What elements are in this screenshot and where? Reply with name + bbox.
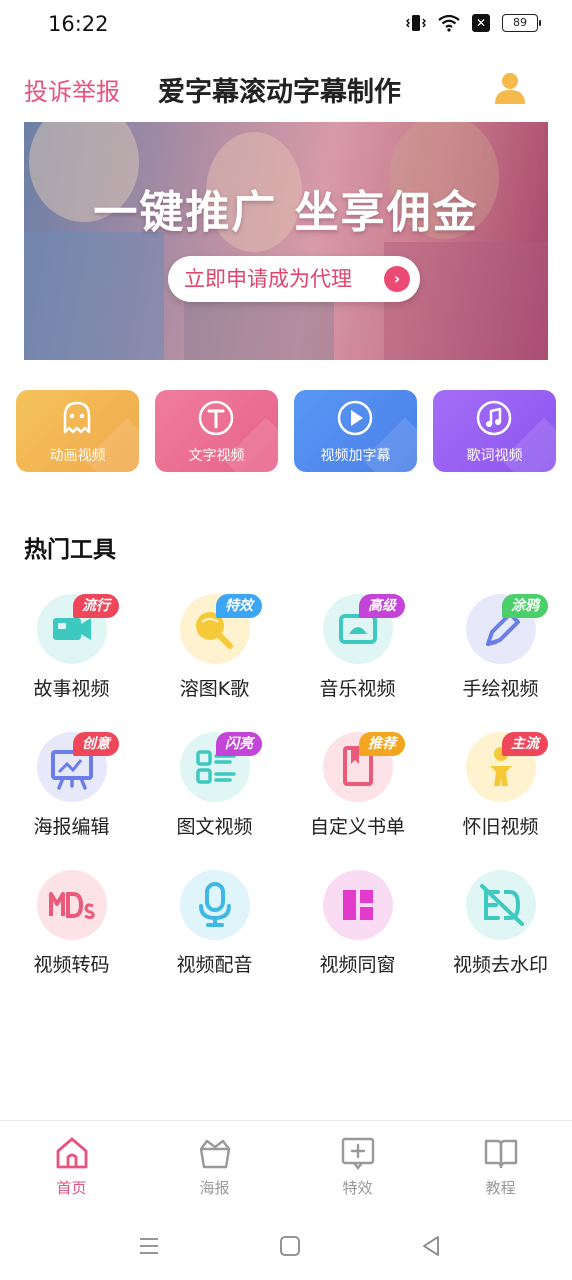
tool-label: 怀旧视频	[462, 816, 539, 838]
play-icon	[337, 400, 373, 436]
home-square-icon[interactable]	[278, 1234, 302, 1258]
section-title-hot-tools: 热门工具	[24, 537, 116, 563]
badge: 主流	[502, 732, 548, 756]
voice-mic-icon	[199, 882, 231, 927]
home-icon	[56, 1137, 87, 1169]
wifi-icon	[438, 14, 460, 32]
ghost-icon	[63, 401, 91, 434]
tool-video-split-window[interactable]: 视频同窗	[286, 866, 429, 986]
tool-video-transcode[interactable]: 视频转码	[0, 866, 143, 986]
tool-story-video[interactable]: 流行 故事视频	[0, 590, 143, 710]
nav-tutorial-label: 教程	[485, 1179, 516, 1197]
apply-agent-button[interactable]: 立即申请成为代理 ›	[168, 256, 420, 302]
status-bar: 16:22 ✕ 89	[0, 0, 572, 52]
user-icon[interactable]	[490, 68, 530, 108]
back-triangle-icon[interactable]	[419, 1234, 443, 1258]
tool-label: 视频同窗	[319, 954, 396, 976]
tool-image-text-video[interactable]: 闪亮 图文视频	[143, 728, 286, 848]
quick-action-label: 文字视频	[188, 448, 245, 464]
split-window-icon	[343, 890, 373, 920]
tool-label: 图文视频	[176, 816, 253, 838]
nav-effects[interactable]: 特效	[286, 1135, 429, 1205]
badge: 闪亮	[216, 732, 262, 756]
tool-label: 溶图K歌	[179, 678, 250, 700]
tool-label: 手绘视频	[462, 678, 539, 700]
badge: 高级	[359, 594, 405, 618]
nav-home[interactable]: 首页	[0, 1135, 143, 1205]
tool-hand-drawn-video[interactable]: 涂鸦 手绘视频	[429, 590, 572, 710]
tool-blend-karaoke[interactable]: 特效 溶图K歌	[143, 590, 286, 710]
plus-box-icon	[341, 1137, 374, 1170]
status-time: 16:22	[48, 12, 109, 36]
tool-video-dubbing[interactable]: 视频配音	[143, 866, 286, 986]
status-icons: ✕ 89	[406, 14, 541, 32]
page-title: 爱字幕滚动字幕制作	[158, 77, 401, 108]
nav-poster-label: 海报	[199, 1179, 230, 1197]
promo-banner[interactable]: 一键推广 坐享佣金 立即申请成为代理 ›	[24, 122, 548, 360]
quick-action-label: 视频加字幕	[320, 448, 391, 464]
quick-action-label: 动画视频	[49, 448, 106, 464]
mds-transcode-icon	[49, 892, 95, 919]
app-header: 投诉举报 爱字幕滚动字幕制作	[0, 62, 572, 114]
apply-agent-label: 立即申请成为代理	[184, 267, 352, 291]
tool-poster-edit[interactable]: 创意 海报编辑	[0, 728, 143, 848]
banner-photo	[24, 122, 548, 360]
lyric-video-button[interactable]: 歌词视频	[433, 390, 556, 472]
animation-video-button[interactable]: 动画视频	[16, 390, 139, 472]
bottom-nav: 首页 海报 特效 教程	[0, 1120, 572, 1212]
nav-home-label: 首页	[56, 1179, 87, 1197]
text-video-button[interactable]: 文字视频	[155, 390, 278, 472]
vibrate-icon	[406, 15, 426, 31]
basket-icon	[199, 1139, 230, 1169]
tool-label: 自定义书单	[309, 816, 405, 838]
text-t-icon	[198, 400, 234, 436]
quick-action-label: 歌词视频	[466, 448, 523, 464]
book-open-icon	[484, 1139, 517, 1169]
menu-icon[interactable]	[137, 1234, 161, 1258]
system-nav-bar	[0, 1212, 572, 1280]
music-note-icon	[476, 400, 512, 436]
remove-watermark-icon	[480, 884, 524, 926]
tool-nostalgic-video[interactable]: 主流 怀旧视频	[429, 728, 572, 848]
nav-poster[interactable]: 海报	[143, 1135, 286, 1205]
tool-label: 视频配音	[176, 954, 253, 976]
tool-label: 视频转码	[33, 954, 110, 976]
nav-tutorial[interactable]: 教程	[429, 1135, 572, 1205]
badge: 推荐	[359, 732, 405, 756]
badge: 涂鸦	[502, 594, 548, 618]
badge: 创意	[73, 732, 119, 756]
banner-headline: 一键推广 坐享佣金	[93, 187, 479, 238]
chevron-right-icon: ›	[384, 266, 410, 292]
badge: 特效	[216, 594, 262, 618]
quick-actions: 动画视频 文字视频 视频加字幕 歌词视频	[16, 390, 556, 472]
video-subtitle-button[interactable]: 视频加字幕	[294, 390, 417, 472]
tool-remove-watermark[interactable]: 视频去水印	[429, 866, 572, 986]
tool-label: 音乐视频	[319, 678, 396, 700]
tool-music-video[interactable]: 高级 音乐视频	[286, 590, 429, 710]
tool-custom-booklist[interactable]: 推荐 自定义书单	[286, 728, 429, 848]
nav-effects-label: 特效	[342, 1179, 373, 1197]
battery-icon: 89	[502, 14, 541, 32]
badge: 流行	[73, 594, 119, 618]
tool-label: 故事视频	[33, 678, 110, 700]
no-sim-icon: ✕	[472, 14, 490, 32]
tool-label: 视频去水印	[452, 954, 548, 976]
complaint-link[interactable]: 投诉举报	[24, 72, 120, 107]
tool-label: 海报编辑	[33, 816, 110, 838]
